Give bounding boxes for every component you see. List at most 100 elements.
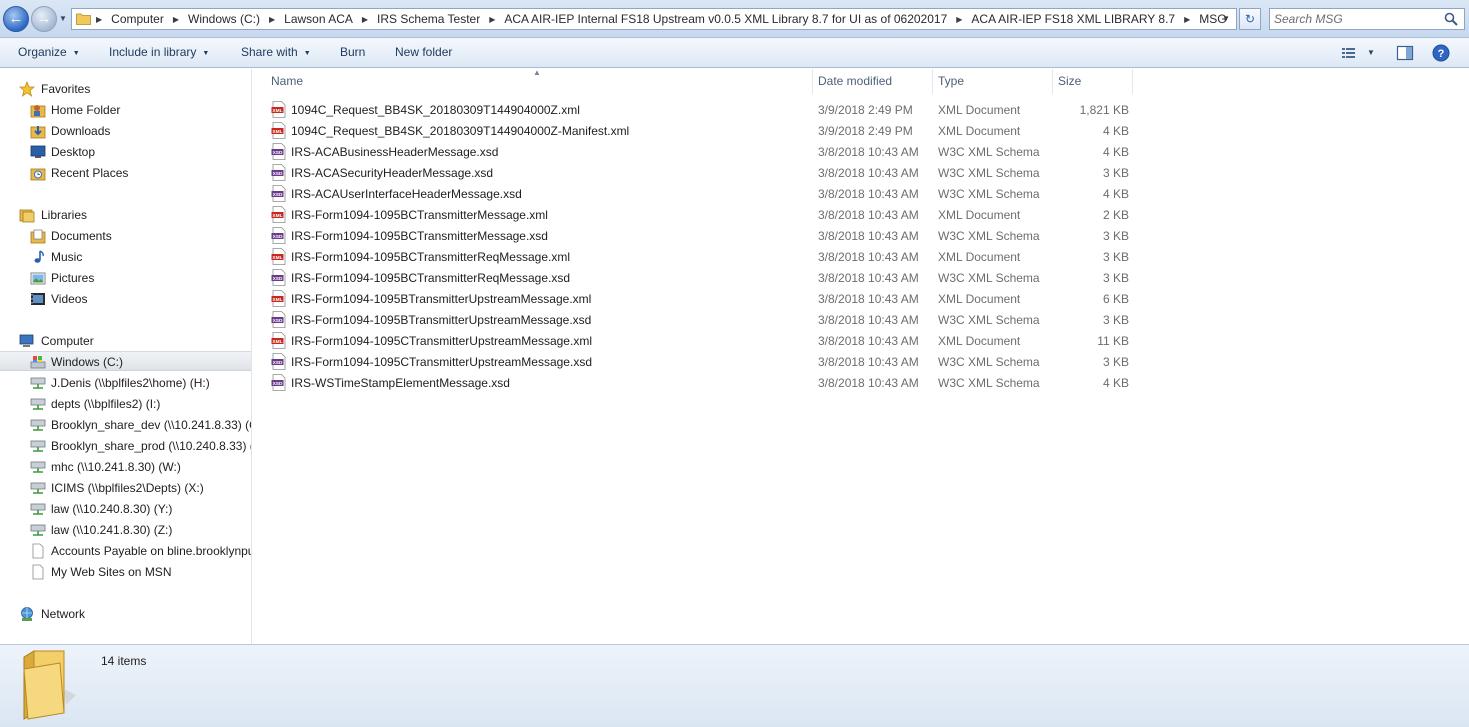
svg-text:XML: XML — [272, 297, 282, 303]
include-in-library-button[interactable]: Include in library ▼ — [109, 38, 209, 68]
file-name: IRS-Form1094-1095BTransmitterUpstreamMes… — [291, 292, 592, 306]
nav-item-label: Pictures — [51, 271, 95, 285]
file-name: IRS-WSTimeStampElementMessage.xsd — [291, 376, 510, 390]
file-row[interactable]: XSD IRS-ACABusinessHeaderMessage.xsd 3/8/… — [269, 141, 1129, 162]
change-view-icon[interactable] — [1341, 44, 1357, 62]
forward-arrow-icon[interactable]: → — [31, 6, 57, 32]
breadcrumb-separator-icon[interactable]: ▶ — [362, 15, 368, 24]
nav-item-desktop[interactable]: Desktop — [0, 142, 251, 162]
nav-item-recent-places[interactable]: Recent Places — [0, 163, 251, 183]
nav-libraries-label: Libraries — [41, 208, 88, 222]
nav-item-network-drive-h[interactable]: J.Denis (\\bplfiles2\home) (H:) — [0, 373, 251, 393]
back-arrow-icon[interactable]: ← — [3, 6, 29, 32]
breadcrumb-separator-icon[interactable]: ▶ — [956, 15, 962, 24]
nav-item-network-drive-w[interactable]: mhc (\\10.241.8.30) (W:) — [0, 457, 251, 477]
svg-text:XML: XML — [272, 108, 282, 114]
nav-computer-label: Computer — [41, 334, 94, 348]
chevron-down-icon: ▼ — [72, 50, 80, 57]
file-row[interactable]: XSD IRS-Form1094-1095BCTransmitterMessag… — [269, 225, 1129, 246]
help-icon[interactable]: ? — [1432, 44, 1450, 62]
file-row[interactable]: XSD IRS-Form1094-1095BCTransmitterReqMes… — [269, 267, 1129, 288]
file-row[interactable]: XSD IRS-WSTimeStampElementMessage.xsd 3/8… — [269, 372, 1129, 393]
nav-item-label: ICIMS (\\bplfiles2\Depts) (X:) — [51, 481, 204, 495]
breadcrumb-aca-xml-library[interactable]: ACA AIR-IEP FS18 XML LIBRARY 8.7 — [971, 12, 1175, 26]
nav-item-label: Brooklyn_share_prod (\\10.240.8.33) (P — [51, 439, 252, 453]
chevron-down-icon: ▼ — [202, 50, 210, 57]
search-box — [1269, 8, 1465, 30]
file-row[interactable]: XSD IRS-ACASecurityHeaderMessage.xsd 3/8/… — [269, 162, 1129, 183]
nav-item-network-drive-p[interactable]: Brooklyn_share_prod (\\10.240.8.33) (P — [0, 436, 252, 456]
file-row[interactable]: XSD IRS-ACAUserInterfaceHeaderMessage.xs… — [269, 183, 1129, 204]
file-size: 6 KB — [1102, 292, 1129, 306]
breadcrumb-separator-icon[interactable]: ▶ — [173, 15, 179, 24]
nav-item-network-drive-z[interactable]: law (\\10.241.8.30) (Z:) — [0, 520, 251, 540]
address-bar-row: ← → ▼ ▶ Computer ▶ Windows (C:) ▶ Lawson… — [0, 0, 1469, 38]
file-row[interactable]: XML IRS-Form1094-1095BTransmitterUpstrea… — [269, 288, 1129, 309]
preview-pane-icon[interactable] — [1396, 44, 1414, 62]
nav-item-pictures[interactable]: Pictures — [0, 268, 251, 288]
nav-item-music[interactable]: Music — [0, 247, 251, 267]
breadcrumb-aca-air-iep-internal[interactable]: ACA AIR-IEP Internal FS18 Upstream v0.0.… — [504, 12, 947, 26]
file-list: Name ▲ Date modified Type Size XML 1094C… — [253, 68, 1469, 644]
column-divider[interactable] — [1132, 69, 1133, 94]
nav-item-downloads[interactable]: Downloads — [0, 121, 251, 141]
nav-item-documents[interactable]: Documents — [0, 226, 251, 246]
nav-network[interactable]: Network — [0, 604, 251, 624]
breadcrumb-lawson-aca[interactable]: Lawson ACA — [284, 12, 353, 26]
breadcrumb-separator-icon[interactable]: ▶ — [269, 15, 275, 24]
file-row[interactable]: XSD IRS-Form1094-1095BTransmitterUpstrea… — [269, 309, 1129, 330]
recent-places-icon — [30, 168, 46, 181]
nav-item-accounts-payable[interactable]: Accounts Payable on bline.brooklynpu — [0, 541, 251, 561]
nav-favorites[interactable]: Favorites — [0, 79, 251, 99]
file-row[interactable]: XML IRS-Form1094-1095CTransmitterUpstrea… — [269, 330, 1129, 351]
column-header-date-modified[interactable]: Date modified — [812, 69, 932, 94]
address-history-chevron-down-icon[interactable]: ▼ — [1222, 14, 1230, 23]
file-size: 4 KB — [1102, 145, 1129, 159]
file-name: IRS-Form1094-1095BCTransmitterReqMessage… — [291, 250, 570, 264]
file-type: W3C XML Schema — [938, 166, 1040, 180]
column-header-date-label: Date modified — [818, 74, 893, 88]
file-size: 4 KB — [1102, 376, 1129, 390]
breadcrumb-computer[interactable]: Computer — [111, 12, 164, 26]
breadcrumb: ▶ Computer ▶ Windows (C:) ▶ Lawson ACA ▶… — [96, 9, 1227, 29]
column-header-type[interactable]: Type — [932, 69, 1052, 94]
xml-file-icon: XML — [271, 122, 286, 139]
breadcrumb-separator-icon[interactable]: ▶ — [96, 15, 102, 24]
nav-item-my-web-sites[interactable]: My Web Sites on MSN — [0, 562, 251, 582]
nav-item-network-drive-o[interactable]: Brooklyn_share_dev (\\10.241.8.33) (O: — [0, 415, 251, 435]
nav-item-videos[interactable]: Videos — [0, 289, 251, 309]
file-row[interactable]: XML 1094C_Request_BB4SK_20180309T1449040… — [269, 120, 1129, 141]
nav-item-label: law (\\10.240.8.30) (Y:) — [51, 502, 173, 516]
file-type: W3C XML Schema — [938, 229, 1040, 243]
nav-item-network-drive-x[interactable]: ICIMS (\\bplfiles2\Depts) (X:) — [0, 478, 251, 498]
nav-computer[interactable]: Computer — [0, 331, 251, 351]
nav-item-network-drive-i[interactable]: depts (\\bplfiles2) (I:) — [0, 394, 251, 414]
file-row[interactable]: XSD IRS-Form1094-1095CTransmitterUpstrea… — [269, 351, 1129, 372]
file-row[interactable]: XML IRS-Form1094-1095BCTransmitterReqMes… — [269, 246, 1129, 267]
nav-libraries[interactable]: Libraries — [0, 205, 251, 225]
burn-button[interactable]: Burn — [340, 38, 365, 68]
file-row[interactable]: XML IRS-Form1094-1095BCTransmitterMessag… — [269, 204, 1129, 225]
new-folder-button[interactable]: New folder — [395, 38, 452, 68]
nav-item-home-folder[interactable]: Home Folder — [0, 100, 251, 120]
breadcrumb-separator-icon[interactable]: ▶ — [489, 15, 495, 24]
view-options-chevron-down-icon[interactable]: ▼ — [1367, 38, 1375, 68]
column-header-size[interactable]: Size — [1052, 69, 1132, 94]
nav-item-network-drive-y[interactable]: law (\\10.240.8.30) (Y:) — [0, 499, 251, 519]
network-drive-icon — [30, 440, 46, 452]
search-icon[interactable] — [1444, 12, 1458, 26]
search-input[interactable] — [1274, 11, 1444, 27]
share-with-button[interactable]: Share with ▼ — [241, 38, 311, 68]
file-row[interactable]: XML 1094C_Request_BB4SK_20180309T1449040… — [269, 99, 1129, 120]
refresh-icon[interactable]: ↻ — [1239, 8, 1261, 30]
recent-pages-chevron-down-icon[interactable]: ▼ — [59, 14, 67, 23]
breadcrumb-windows-c[interactable]: Windows (C:) — [188, 12, 260, 26]
file-size: 3 KB — [1102, 271, 1129, 285]
libraries-icon — [19, 209, 35, 223]
organize-button[interactable]: Organize ▼ — [18, 38, 80, 68]
address-box[interactable]: ▶ Computer ▶ Windows (C:) ▶ Lawson ACA ▶… — [71, 8, 1237, 30]
nav-item-windows-c[interactable]: Windows (C:) — [0, 351, 251, 371]
file-size: 2 KB — [1102, 208, 1129, 222]
breadcrumb-separator-icon[interactable]: ▶ — [1184, 15, 1190, 24]
breadcrumb-irs-schema-tester[interactable]: IRS Schema Tester — [377, 12, 480, 26]
